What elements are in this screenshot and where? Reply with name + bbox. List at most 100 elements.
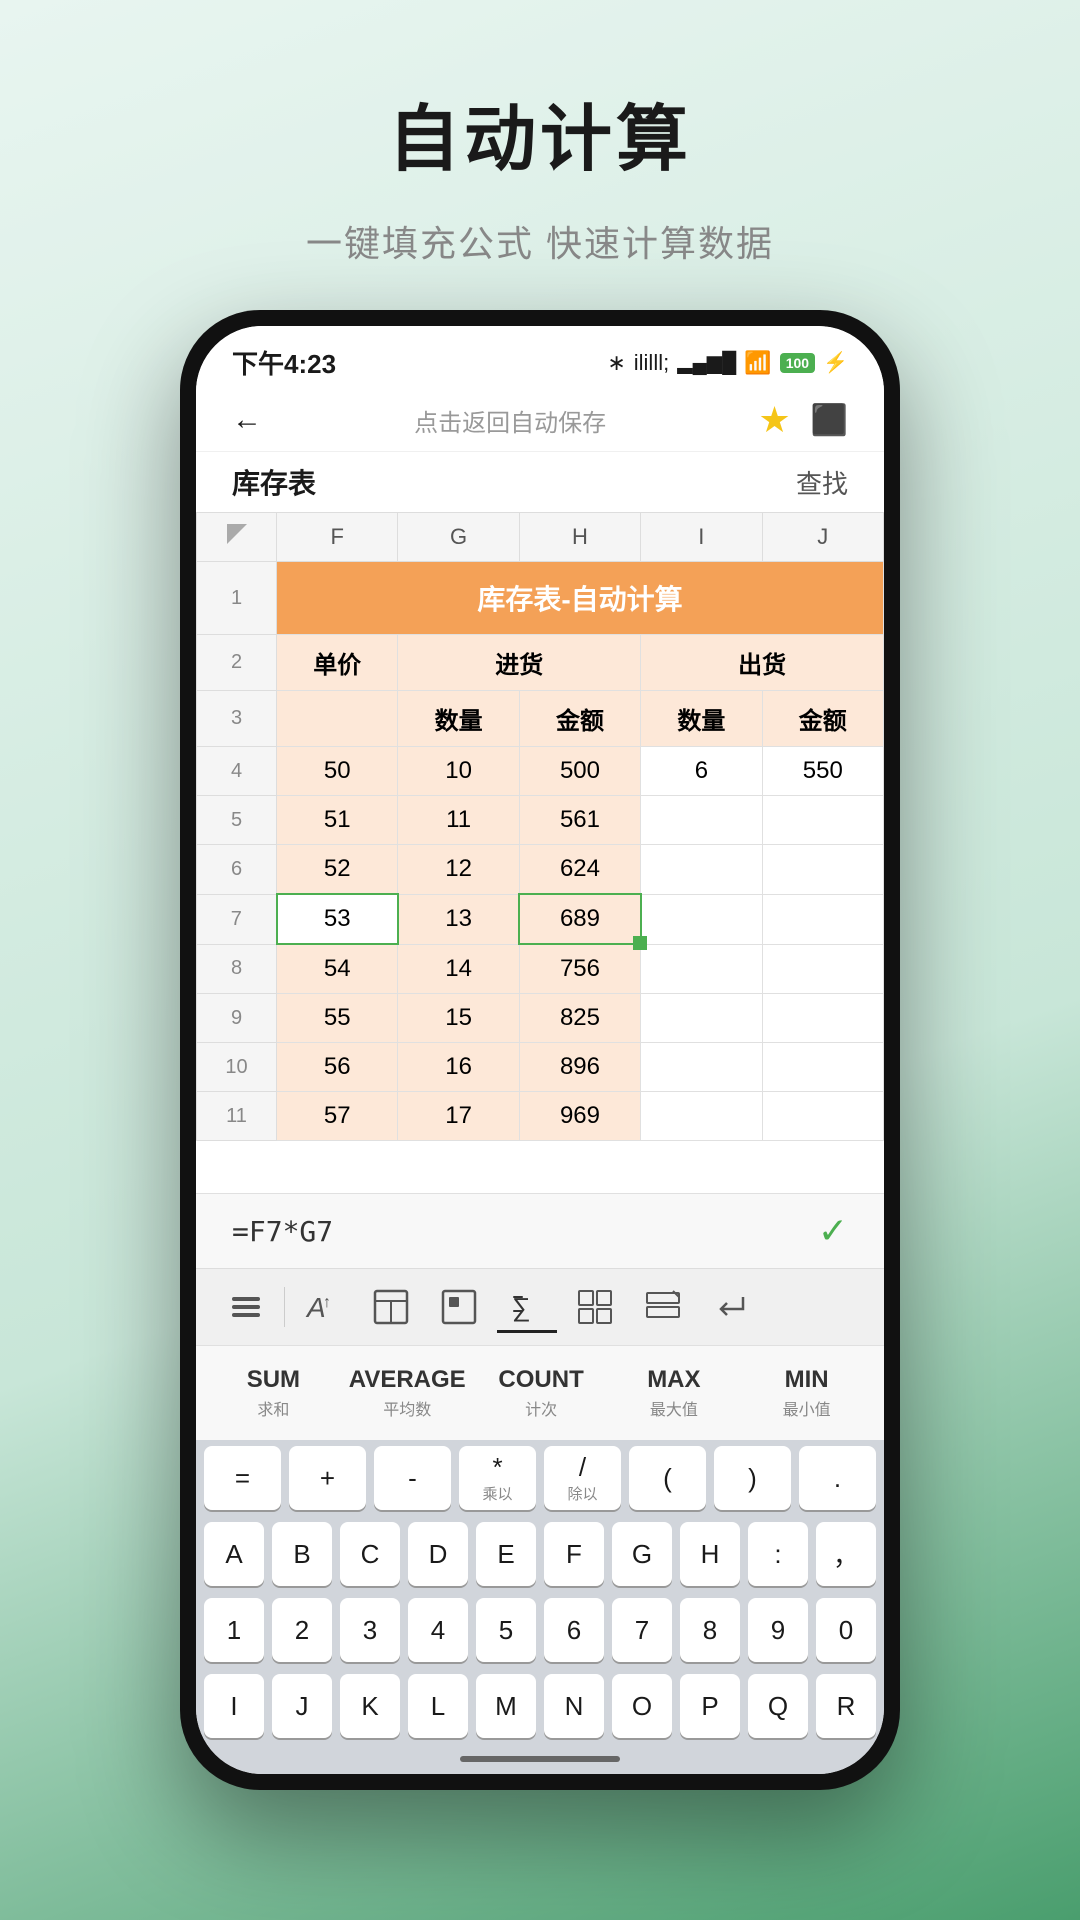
cell-9-J[interactable] [762,994,883,1043]
key-colon[interactable]: : [748,1522,808,1586]
key-2[interactable]: 2 [272,1598,332,1662]
cell-11-G[interactable]: 17 [398,1092,519,1141]
key-4[interactable]: 4 [408,1598,468,1662]
col-header-I[interactable]: I [641,513,762,562]
cell-3-J[interactable]: 金额 [762,691,883,747]
key-equals[interactable]: = [204,1446,281,1510]
key-G[interactable]: G [612,1522,672,1586]
cell-8-F[interactable]: 54 [277,944,398,994]
key-O[interactable]: O [612,1674,672,1738]
cell-2-F[interactable]: 单价 [277,635,398,691]
cell-4-F[interactable]: 50 [277,747,398,796]
cell-4-J[interactable]: 550 [762,747,883,796]
cell-5-G[interactable]: 11 [398,796,519,845]
key-P[interactable]: P [680,1674,740,1738]
key-lparen[interactable]: ( [629,1446,706,1510]
cell-5-H[interactable]: 561 [519,796,640,845]
key-Q[interactable]: Q [748,1674,808,1738]
back-button[interactable]: ← [232,403,262,437]
key-rparen[interactable]: ) [714,1446,791,1510]
col-header-H[interactable]: H [519,513,640,562]
key-plus[interactable]: + [289,1446,366,1510]
func-average[interactable]: AVERAGE 平均数 [345,1358,470,1428]
row-icon[interactable] [633,1281,693,1333]
export-button[interactable]: ⬛ [811,403,848,438]
key-6[interactable]: 6 [544,1598,604,1662]
cell-5-I[interactable] [641,796,762,845]
key-J[interactable]: J [272,1674,332,1738]
key-8[interactable]: 8 [680,1598,740,1662]
key-A[interactable]: A [204,1522,264,1586]
key-M[interactable]: M [476,1674,536,1738]
cell-6-H[interactable]: 624 [519,845,640,895]
func-max[interactable]: MAX 最大值 [612,1358,735,1428]
key-H[interactable]: H [680,1522,740,1586]
cell-11-F[interactable]: 57 [277,1092,398,1141]
cell-9-I[interactable] [641,994,762,1043]
key-multiply[interactable]: * 乘以 [459,1446,536,1510]
key-F[interactable]: F [544,1522,604,1586]
cell-5-F[interactable]: 51 [277,796,398,845]
cell-8-J[interactable] [762,944,883,994]
cell-8-H[interactable]: 756 [519,944,640,994]
key-I[interactable]: I [204,1674,264,1738]
key-5[interactable]: 5 [476,1598,536,1662]
formula-icon[interactable]: ∑ [497,1281,557,1333]
cell-4-G[interactable]: 10 [398,747,519,796]
key-R[interactable]: R [816,1674,876,1738]
col-header-G[interactable]: G [398,513,519,562]
key-N[interactable]: N [544,1674,604,1738]
func-count[interactable]: COUNT 计次 [480,1358,603,1428]
cell-5-J[interactable] [762,796,883,845]
key-divide[interactable]: / 除以 [544,1446,621,1510]
key-D[interactable]: D [408,1522,468,1586]
cell-10-G[interactable]: 16 [398,1043,519,1092]
cell-7-G[interactable]: 13 [398,894,519,944]
cell-6-J[interactable] [762,845,883,895]
collapse-icon[interactable] [216,1281,276,1333]
cell-8-G[interactable]: 14 [398,944,519,994]
key-K[interactable]: K [340,1674,400,1738]
cell-9-H[interactable]: 825 [519,994,640,1043]
cell-3-H[interactable]: 金额 [519,691,640,747]
col-header-J[interactable]: J [762,513,883,562]
cell-6-I[interactable] [641,845,762,895]
cell-11-I[interactable] [641,1092,762,1141]
key-dot[interactable]: . [799,1446,876,1510]
key-comma[interactable]: ， [816,1522,876,1586]
cell-3-G[interactable]: 数量 [398,691,519,747]
cell-11-H[interactable]: 969 [519,1092,640,1141]
star-button[interactable]: ★ [758,399,790,441]
cell-7-F[interactable]: 53 [277,894,398,944]
key-L[interactable]: L [408,1674,468,1738]
key-B[interactable]: B [272,1522,332,1586]
cell-11-J[interactable] [762,1092,883,1141]
func-min[interactable]: MIN 最小值 [745,1358,868,1428]
cell-10-J[interactable] [762,1043,883,1092]
cell-6-G[interactable]: 12 [398,845,519,895]
cell-10-H[interactable]: 896 [519,1043,640,1092]
key-C[interactable]: C [340,1522,400,1586]
cell-9-F[interactable]: 55 [277,994,398,1043]
key-7[interactable]: 7 [612,1598,672,1662]
cell-3-F[interactable] [277,691,398,747]
cell-9-G[interactable]: 15 [398,994,519,1043]
cell-2-IJ[interactable]: 出货 [641,635,884,691]
cell-7-I[interactable] [641,894,762,944]
formula-confirm-button[interactable]: ✓ [818,1210,848,1252]
table-icon[interactable] [361,1281,421,1333]
key-E[interactable]: E [476,1522,536,1586]
grid-icon[interactable] [565,1281,625,1333]
key-minus[interactable]: - [374,1446,451,1510]
key-9[interactable]: 9 [748,1598,808,1662]
cell-3-I[interactable]: 数量 [641,691,762,747]
cell-8-I[interactable] [641,944,762,994]
key-3[interactable]: 3 [340,1598,400,1662]
func-sum[interactable]: SUM 求和 [212,1358,335,1428]
cell-10-F[interactable]: 56 [277,1043,398,1092]
cell-6-F[interactable]: 52 [277,845,398,895]
text-format-icon[interactable]: A↑ [293,1281,353,1333]
enter-icon[interactable] [701,1281,761,1333]
cell-4-H[interactable]: 500 [519,747,640,796]
col-header-F[interactable]: F [277,513,398,562]
